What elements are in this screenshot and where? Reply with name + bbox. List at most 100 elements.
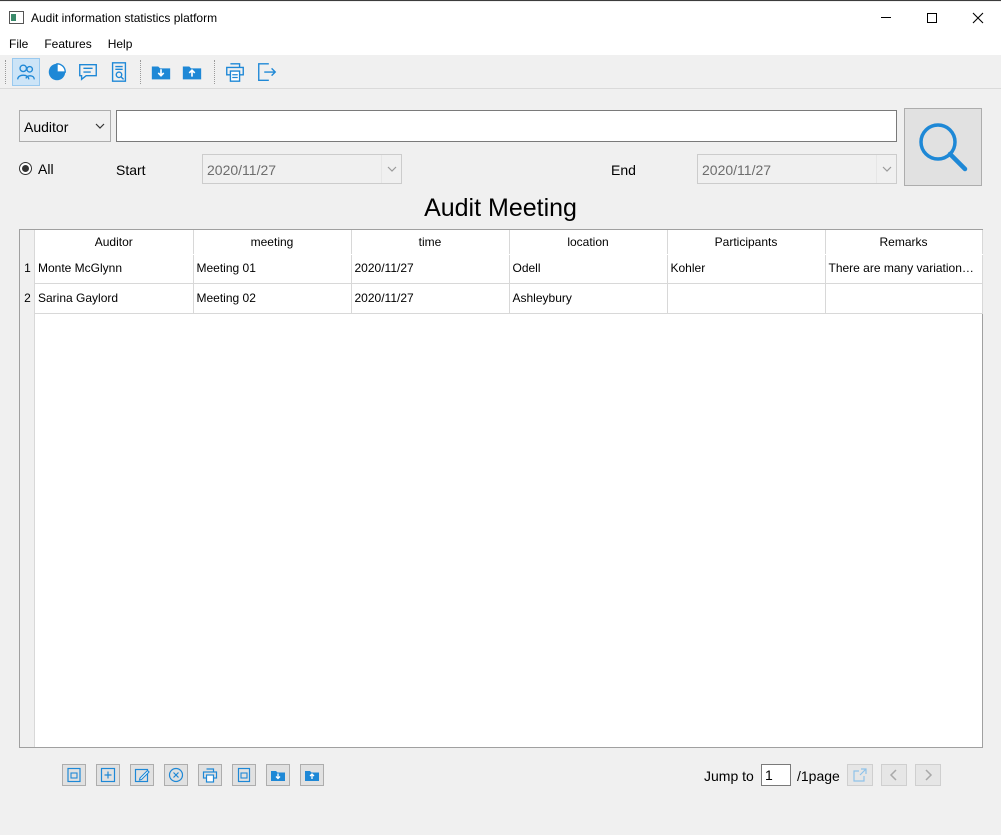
export-button[interactable] xyxy=(300,764,324,786)
menu-help[interactable]: Help xyxy=(108,37,133,51)
table-cell[interactable] xyxy=(667,283,826,314)
row-number[interactable]: 1 xyxy=(20,261,35,275)
end-date-dropdown[interactable] xyxy=(876,155,896,183)
all-radio[interactable] xyxy=(19,162,32,175)
column-header-participants[interactable]: Participants xyxy=(667,230,826,255)
print-icon xyxy=(226,63,244,82)
table-cell[interactable] xyxy=(825,283,983,314)
column-header-remarks[interactable]: Remarks xyxy=(825,230,983,255)
table-header-row: Auditor meeting time location Participan… xyxy=(35,230,983,255)
chevron-left-icon xyxy=(889,769,897,781)
people-icon xyxy=(17,64,35,80)
toolbar-comments-button[interactable] xyxy=(74,58,102,86)
search-input[interactable] xyxy=(116,110,897,142)
start-date-picker[interactable]: 2020/11/27 xyxy=(202,154,402,184)
data-grid: Auditor meeting time location Participan… xyxy=(35,230,983,314)
import-icon xyxy=(271,771,285,781)
document-icon xyxy=(237,767,251,783)
end-date-value: 2020/11/27 xyxy=(702,162,772,178)
column-header-meeting[interactable]: meeting xyxy=(193,230,352,255)
toolbar-print-button[interactable] xyxy=(221,58,249,86)
chevron-down-icon xyxy=(882,166,891,172)
close-icon xyxy=(972,12,984,23)
column-header-auditor[interactable]: Auditor xyxy=(35,230,194,255)
end-date-picker[interactable]: 2020/11/27 xyxy=(697,154,897,184)
menu-features[interactable]: Features xyxy=(44,37,91,51)
app-icon xyxy=(9,11,24,24)
toolbar-export-button[interactable] xyxy=(178,58,206,86)
add-button[interactable] xyxy=(96,764,120,786)
table-cell[interactable]: There are many variations ... xyxy=(825,254,983,284)
delete-button[interactable] xyxy=(164,764,188,786)
row-number[interactable]: 2 xyxy=(20,291,35,305)
document-button[interactable] xyxy=(232,764,256,786)
toolbar-statistics-button[interactable] xyxy=(43,58,71,86)
table-cell[interactable]: Monte McGlynn xyxy=(35,254,194,284)
maximize-button[interactable] xyxy=(909,2,955,33)
exit-icon xyxy=(258,63,277,81)
column-header-time[interactable]: time xyxy=(351,230,510,255)
menu-file[interactable]: File xyxy=(9,37,28,51)
start-date-label: Start xyxy=(116,162,146,178)
table-cell[interactable]: Sarina Gaylord xyxy=(35,283,194,314)
start-date-dropdown[interactable] xyxy=(381,155,401,183)
edit-button[interactable] xyxy=(130,764,154,786)
page-title: Audit Meeting xyxy=(424,194,577,222)
page-number-input[interactable] xyxy=(761,764,791,786)
search-icon xyxy=(919,123,968,172)
import-button[interactable] xyxy=(266,764,290,786)
table-cell[interactable]: Meeting 02 xyxy=(193,283,352,314)
toolbar-import-button[interactable] xyxy=(147,58,175,86)
table-row[interactable]: Sarina Gaylord Meeting 02 2020/11/27 Ash… xyxy=(35,283,983,314)
table-cell[interactable]: Odell xyxy=(509,254,668,284)
page-count-label: /1page xyxy=(797,768,840,784)
print-button[interactable] xyxy=(198,764,222,786)
meeting-table: 1 2 Auditor meeting time location Partic… xyxy=(19,229,983,748)
search-field-select[interactable]: Auditor xyxy=(19,110,111,142)
edit-icon xyxy=(134,768,150,783)
go-to-page-button[interactable] xyxy=(847,764,873,786)
toolbar xyxy=(0,55,1001,89)
table-cell[interactable]: Kohler xyxy=(667,254,826,284)
chevron-down-icon xyxy=(95,123,105,129)
table-cell[interactable]: Meeting 01 xyxy=(193,254,352,284)
window-title: Audit information statistics platform xyxy=(31,11,218,25)
menu-bar: File Features Help xyxy=(0,33,1001,55)
pie-chart-icon xyxy=(48,63,66,81)
close-button[interactable] xyxy=(955,2,1001,33)
toolbar-grip xyxy=(5,60,8,84)
document-search-icon xyxy=(111,62,127,82)
export-icon xyxy=(305,771,319,781)
save-icon xyxy=(67,767,81,783)
minimize-button[interactable] xyxy=(863,2,909,33)
table-cell[interactable]: Ashleybury xyxy=(509,283,668,314)
toolbar-auditors-button[interactable] xyxy=(12,58,40,86)
toolbar-separator xyxy=(214,60,217,84)
chevron-right-icon xyxy=(925,769,933,781)
toolbar-separator xyxy=(140,60,143,84)
app-window: Audit information statistics platform Fi… xyxy=(0,0,1001,835)
search-button[interactable] xyxy=(904,108,982,186)
print-icon xyxy=(202,768,218,783)
all-radio-label: All xyxy=(38,161,54,177)
maximize-icon xyxy=(927,12,937,23)
minimize-icon xyxy=(881,17,891,18)
add-icon xyxy=(100,767,116,783)
delete-icon xyxy=(168,767,184,783)
row-header-gutter: 1 2 xyxy=(20,230,35,747)
table-cell[interactable]: 2020/11/27 xyxy=(351,283,510,314)
external-link-icon xyxy=(853,768,867,782)
toolbar-review-button[interactable] xyxy=(105,58,133,86)
table-row[interactable]: Monte McGlynn Meeting 01 2020/11/27 Odel… xyxy=(35,254,983,284)
next-page-button[interactable] xyxy=(915,764,941,786)
table-cell[interactable]: 2020/11/27 xyxy=(351,254,510,284)
save-button[interactable] xyxy=(62,764,86,786)
export-icon xyxy=(182,66,202,80)
previous-page-button[interactable] xyxy=(881,764,907,786)
search-field-value: Auditor xyxy=(24,119,69,135)
chevron-down-icon xyxy=(387,166,396,172)
column-header-location[interactable]: location xyxy=(509,230,668,255)
import-icon xyxy=(151,66,171,80)
jump-to-label: Jump to xyxy=(704,768,754,784)
toolbar-exit-button[interactable] xyxy=(253,58,281,86)
